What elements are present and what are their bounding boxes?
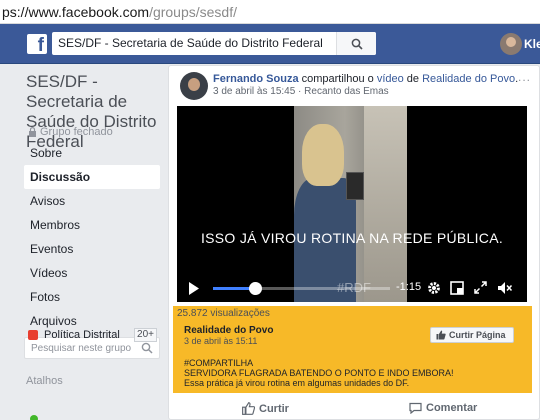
thumbs-up-icon	[436, 330, 446, 340]
shared-text-line: #COMPARTILHA	[184, 358, 254, 368]
shared-post-date[interactable]: 3 de abril às 15:11	[184, 336, 257, 346]
post-actions: Curtir Comentar	[169, 402, 540, 420]
shortcut-label: Política Distrital	[44, 329, 120, 341]
address-bar[interactable]: ps://www.facebook.com/groups/sesdf/	[0, 0, 540, 24]
like-label: Curtir	[259, 402, 289, 415]
post-prep: de	[403, 73, 423, 85]
facebook-logo-icon[interactable]: f	[27, 34, 47, 54]
facebook-top-bar: f SES/DF - Secretaria de Saúde do Distri…	[0, 24, 540, 64]
video-scrubber-handle[interactable]	[249, 282, 263, 295]
post-meta: 3 de abril às 15:45 · Recanto das Emas	[213, 86, 389, 97]
online-status-dot	[30, 415, 38, 420]
video-time-remaining: -1:15	[396, 281, 422, 293]
play-icon[interactable]	[188, 282, 200, 295]
like-page-label: Curtir Página	[449, 330, 506, 340]
group-icon	[28, 330, 38, 340]
shared-text-line: Essa prática já virou rotina em algumas …	[184, 378, 410, 388]
post-verb: compartilhou o	[298, 73, 377, 85]
nav-item-avisos[interactable]: Avisos	[24, 189, 160, 213]
author-avatar[interactable]	[180, 72, 208, 100]
nav-item-sobre[interactable]: Sobre	[24, 141, 160, 165]
shared-post-highlight: 25.872 visualizações Realidade do Povo 3…	[173, 306, 532, 393]
search-button[interactable]	[336, 32, 376, 55]
more-options-icon[interactable]: ...	[518, 70, 531, 84]
shared-post-info: Realidade do Povo 3 de abril às 15:11 Cu…	[181, 325, 517, 389]
search-icon	[351, 38, 363, 50]
video-controls: #RDF -1:15	[177, 274, 527, 302]
post-date[interactable]: 3 de abril às 15:45	[213, 86, 295, 97]
source-page-link[interactable]: Realidade do Povo	[422, 73, 515, 85]
video-watermark: #RDF	[337, 280, 371, 295]
user-name[interactable]: Kleb	[524, 24, 540, 64]
post-location[interactable]: Recanto das Emas	[304, 86, 389, 97]
view-count: 25.872 visualizações	[177, 308, 270, 319]
shared-page-name[interactable]: Realidade do Povo	[184, 325, 273, 336]
lock-icon	[29, 127, 36, 137]
video-frame	[294, 106, 407, 302]
shortcut-politica-distrital[interactable]: Política Distrital 20+	[28, 327, 160, 343]
comment-icon	[409, 402, 422, 414]
group-title[interactable]: SES/DF - Secretaria de Saúde do Distrito…	[26, 72, 166, 152]
thumbs-up-icon	[242, 402, 255, 415]
post-header: Fernando Souza compartilhou o vídeo de R…	[213, 72, 533, 86]
group-sidebar: SES/DF - Secretaria de Saúde do Distrito…	[0, 65, 168, 420]
search-icon[interactable]	[141, 342, 153, 354]
user-avatar[interactable]	[500, 33, 522, 55]
settings-gear-icon[interactable]	[427, 281, 441, 295]
like-page-button[interactable]: Curtir Página	[430, 327, 514, 343]
shared-post-text: #COMPARTILHA SERVIDORA FLAGRADA BATENDO …	[184, 358, 514, 388]
group-status: Grupo fechado	[28, 126, 113, 138]
comment-button[interactable]: Comentar	[409, 402, 477, 414]
nav-item-discussao[interactable]: Discussão	[24, 165, 160, 189]
video-caption: ISSO JÁ VIROU ROTINA NA REDE PÚBLICA.	[200, 230, 504, 246]
nav-item-fotos[interactable]: Fotos	[24, 285, 160, 309]
author-link[interactable]: Fernando Souza	[213, 73, 299, 85]
video-player[interactable]: ISSO JÁ VIROU ROTINA NA REDE PÚBLICA. #R…	[177, 106, 527, 302]
shortcut-count-badge: 20+	[134, 328, 157, 342]
nav-item-membros[interactable]: Membros	[24, 213, 160, 237]
url-host: ps://www.facebook.com	[2, 4, 150, 20]
search-input[interactable]: SES/DF - Secretaria de Saúde do Distrito…	[52, 32, 376, 55]
group-nav: Sobre Discussão Avisos Membros Eventos V…	[24, 141, 160, 333]
search-value: SES/DF - Secretaria de Saúde do Distrito…	[58, 36, 323, 50]
nav-item-videos[interactable]: Vídeos	[24, 261, 160, 285]
mute-icon[interactable]	[497, 281, 513, 295]
fullscreen-icon[interactable]	[474, 281, 487, 294]
picture-in-picture-icon[interactable]	[450, 281, 464, 295]
shortcuts-label: Atalhos	[26, 375, 63, 387]
post-card: Fernando Souza compartilhou o vídeo de R…	[168, 65, 540, 420]
nav-item-eventos[interactable]: Eventos	[24, 237, 160, 261]
shared-text-line: SERVIDORA FLAGRADA BATENDO O PONTO E IND…	[184, 368, 454, 378]
time-clock-device	[346, 172, 364, 200]
comment-label: Comentar	[426, 402, 478, 414]
like-button[interactable]: Curtir	[242, 402, 289, 415]
url-path: /groups/sesdf/	[149, 4, 237, 20]
video-link[interactable]: vídeo	[377, 73, 404, 85]
group-status-label: Grupo fechado	[40, 126, 113, 138]
